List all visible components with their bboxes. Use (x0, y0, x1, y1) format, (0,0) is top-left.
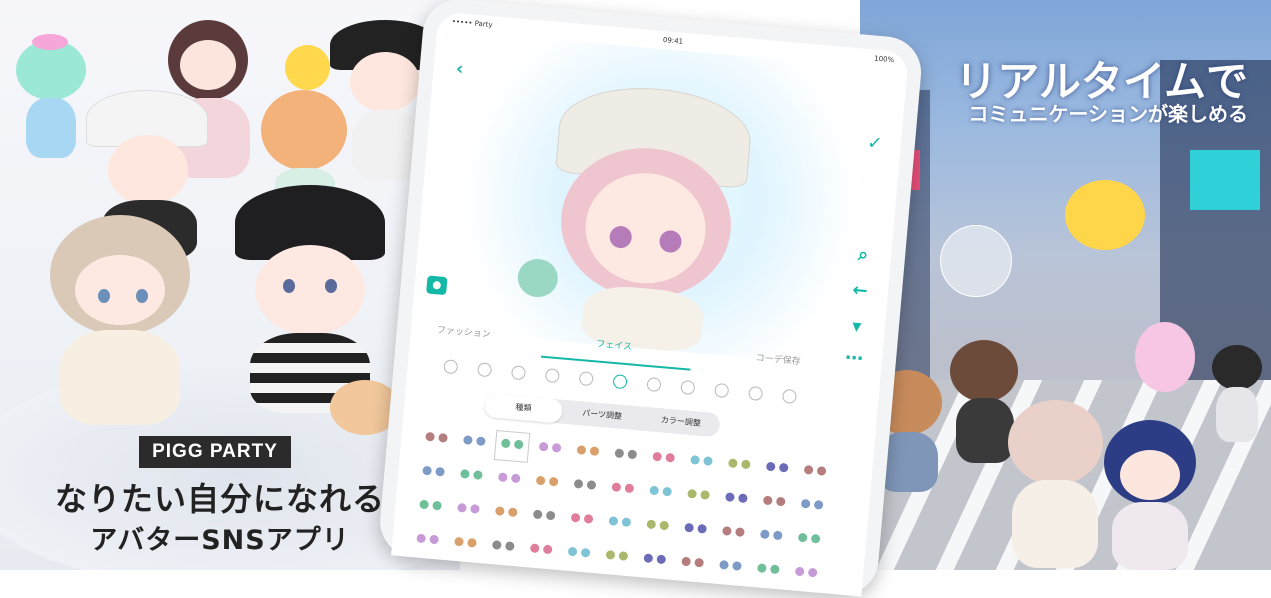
avatar-figure-monster (10, 20, 90, 170)
face-part-icon[interactable] (748, 385, 764, 402)
tablet-screen: ••••• Party 09:41 100% ‹ ✓ ⌕ ← ▾ ⋯ ファッショ… (391, 11, 909, 597)
face-part-icon[interactable] (714, 382, 730, 399)
avatar-figure-street-5 (1210, 345, 1265, 445)
avatar-figure-street-4 (1100, 420, 1200, 570)
back-chevron-icon[interactable]: ‹ (449, 58, 471, 81)
segment-color-adjust[interactable]: カラー調整 (641, 407, 721, 438)
eye-option[interactable] (794, 490, 830, 523)
eye-option[interactable] (677, 514, 713, 547)
eye-option[interactable] (797, 456, 833, 489)
eye-option[interactable] (532, 433, 568, 466)
eye-option[interactable] (561, 538, 597, 571)
face-part-icon[interactable] (544, 368, 560, 384)
segment-type[interactable]: 種類 (483, 392, 564, 424)
eye-option[interactable] (447, 528, 483, 561)
eye-option[interactable] (604, 474, 640, 507)
eye-option[interactable] (456, 427, 492, 460)
eye-option[interactable] (450, 494, 486, 527)
avatar-figure-braid (40, 215, 210, 430)
eye-option[interactable] (529, 467, 565, 500)
eye-option[interactable] (526, 501, 562, 534)
back-arrow-icon[interactable]: ← (849, 280, 871, 302)
tab-face[interactable]: フェイス (596, 336, 633, 352)
eye-option[interactable] (491, 464, 527, 497)
eye-option[interactable] (785, 592, 821, 596)
eye-option[interactable] (674, 548, 710, 581)
eye-option[interactable] (520, 569, 556, 597)
eye-option[interactable] (570, 437, 606, 470)
search-icon[interactable]: ⌕ (852, 244, 874, 266)
confirm-check-icon[interactable]: ✓ (864, 132, 886, 155)
tagline-main: なりたい自分になれる (54, 480, 385, 518)
eye-option[interactable] (564, 504, 600, 537)
eye-option[interactable] (485, 532, 521, 565)
eye-option[interactable] (709, 585, 745, 597)
eye-option[interactable] (567, 470, 603, 503)
eye-option[interactable] (756, 487, 792, 520)
segment-parts-adjust[interactable]: パーツ調整 (562, 400, 642, 431)
status-battery: 100% (873, 54, 895, 65)
eye-option[interactable] (645, 443, 681, 476)
eye-option[interactable] (671, 582, 707, 597)
city-sign (1190, 150, 1260, 210)
eye-option[interactable] (412, 491, 448, 524)
preview-avatar (516, 79, 783, 359)
eye-option[interactable] (636, 545, 672, 578)
camera-icon[interactable] (426, 275, 448, 296)
eye-option[interactable] (493, 430, 531, 463)
avatar-figure-bunny (1135, 322, 1195, 392)
balloon-bubble-avatar (940, 225, 1012, 297)
eye-option[interactable] (607, 440, 643, 473)
eye-option[interactable] (759, 453, 795, 486)
headline-sub: コミュニケーションが楽しめる (968, 102, 1248, 126)
eye-option[interactable] (482, 565, 518, 596)
eye-option[interactable] (753, 521, 789, 554)
face-part-icon[interactable] (680, 379, 696, 396)
face-part-icon[interactable] (510, 365, 527, 381)
eye-option[interactable] (415, 457, 451, 490)
face-part-icon[interactable] (781, 388, 798, 404)
eye-option[interactable] (788, 558, 824, 591)
brand-badge: PIGG PARTY (139, 436, 291, 468)
eye-option[interactable] (642, 477, 678, 510)
eye-option[interactable] (791, 524, 827, 557)
eye-option[interactable] (639, 511, 675, 544)
eye-option[interactable] (715, 518, 751, 551)
face-part-icon[interactable] (646, 376, 662, 393)
eye-option[interactable] (558, 572, 594, 596)
tab-fashion[interactable]: ファッション (436, 322, 491, 340)
clothes-icon[interactable]: ▾ (846, 316, 868, 338)
tab-coordinate-save[interactable]: コーデ保存 (755, 350, 801, 367)
tablet-device: ••••• Party 09:41 100% ‹ ✓ ⌕ ← ▾ ⋯ ファッショ… (377, 0, 925, 598)
eye-option[interactable] (453, 461, 489, 494)
tagline-sub: アバターSNSアプリ (90, 525, 350, 556)
face-part-icon[interactable] (443, 359, 459, 375)
eye-option[interactable] (712, 551, 748, 584)
eye-option[interactable] (633, 579, 669, 597)
eye-option[interactable] (523, 535, 559, 568)
eye-option[interactable] (488, 498, 524, 531)
eye-option[interactable] (721, 450, 757, 483)
right-promo-panel: リアルタイムで コミュニケーションが楽しめる (860, 0, 1271, 570)
eye-options-grid (409, 423, 855, 597)
avatar-figure-street-3 (1000, 400, 1110, 570)
eye-option[interactable] (596, 575, 632, 596)
face-part-eyes-icon[interactable] (612, 374, 628, 390)
eye-option[interactable] (601, 508, 637, 541)
eye-option[interactable] (718, 484, 754, 517)
eye-option[interactable] (747, 589, 783, 597)
eye-option[interactable] (409, 525, 445, 558)
face-part-icon[interactable] (578, 371, 594, 387)
eye-option[interactable] (418, 423, 454, 456)
face-part-icon[interactable] (477, 362, 493, 378)
eye-option[interactable] (683, 447, 719, 480)
balloon-star (1065, 180, 1145, 250)
eye-option[interactable] (598, 542, 634, 575)
eye-option[interactable] (750, 555, 786, 588)
eye-option[interactable] (680, 480, 716, 513)
